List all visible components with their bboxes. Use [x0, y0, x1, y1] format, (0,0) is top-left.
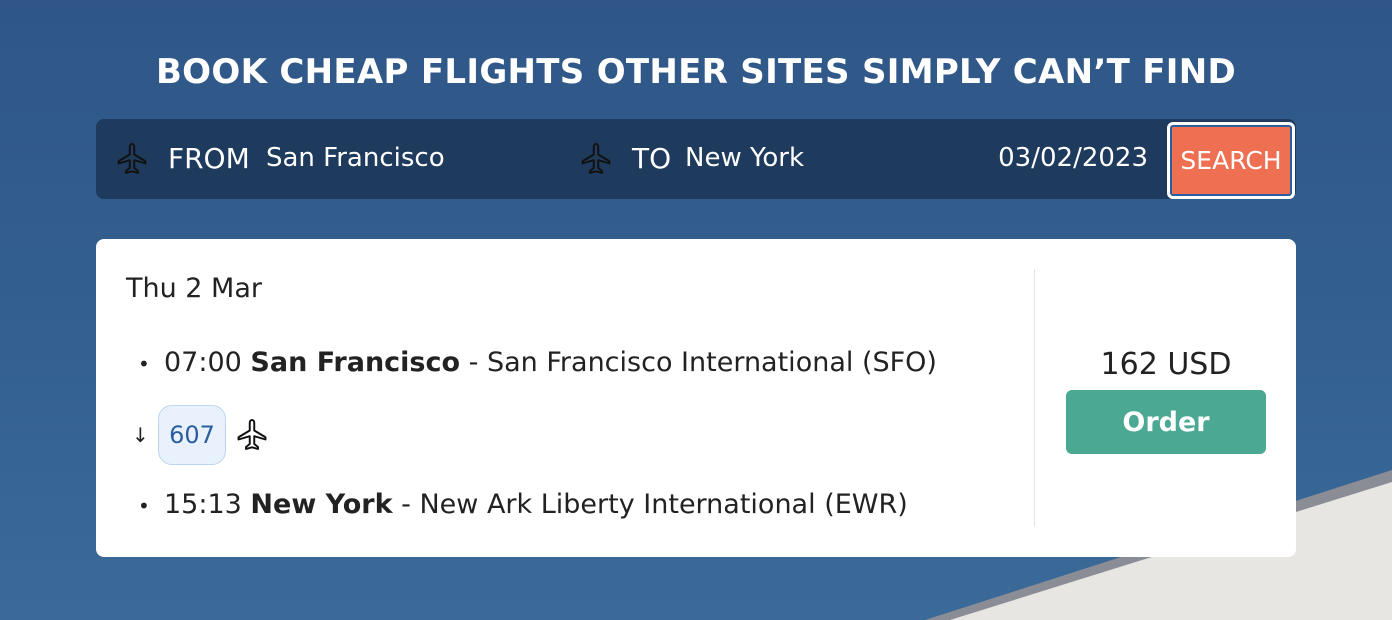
flight-number-badge: 607 — [158, 405, 226, 465]
from-label: FROM — [168, 142, 250, 175]
date-input[interactable]: 03/02/2023 — [998, 143, 1148, 173]
arrival-airport: - New Ark Liberty International (EWR) — [401, 489, 908, 520]
from-input[interactable]: San Francisco — [266, 143, 445, 173]
bullet-icon: • — [138, 493, 150, 518]
arrival-city: New York — [250, 489, 393, 520]
page-headline: BOOK CHEAP FLIGHTS OTHER SITES SIMPLY CA… — [155, 52, 1237, 92]
airplane-icon — [581, 143, 611, 174]
departure-airport: - San Francisco International (SFO) — [468, 347, 937, 378]
order-button[interactable]: Order — [1066, 390, 1266, 454]
card-divider — [1034, 269, 1035, 527]
to-label: TO — [632, 142, 672, 175]
departure-stop: • 07:00 San Francisco - San Francisco Int… — [138, 347, 937, 378]
flight-date: Thu 2 Mar — [126, 273, 263, 304]
arrival-stop: • 15:13 New York - New Ark Liberty Intern… — [138, 489, 908, 520]
bullet-icon: • — [138, 351, 150, 376]
search-bar: FROM San Francisco TO New York 03/02/202… — [96, 119, 1296, 199]
departure-time: 07:00 — [164, 347, 242, 378]
to-input[interactable]: New York — [685, 143, 804, 173]
airplane-icon — [117, 143, 147, 174]
airplane-icon — [237, 419, 267, 450]
flight-result-card: Thu 2 Mar • 07:00 San Francisco - San Fra… — [96, 239, 1296, 557]
arrival-time: 15:13 — [164, 489, 242, 520]
price-label: 162 USD — [1100, 347, 1232, 382]
departure-city: San Francisco — [250, 347, 461, 378]
search-button[interactable]: SEARCH — [1167, 122, 1295, 199]
arrow-down-icon: ↓ — [132, 423, 149, 447]
